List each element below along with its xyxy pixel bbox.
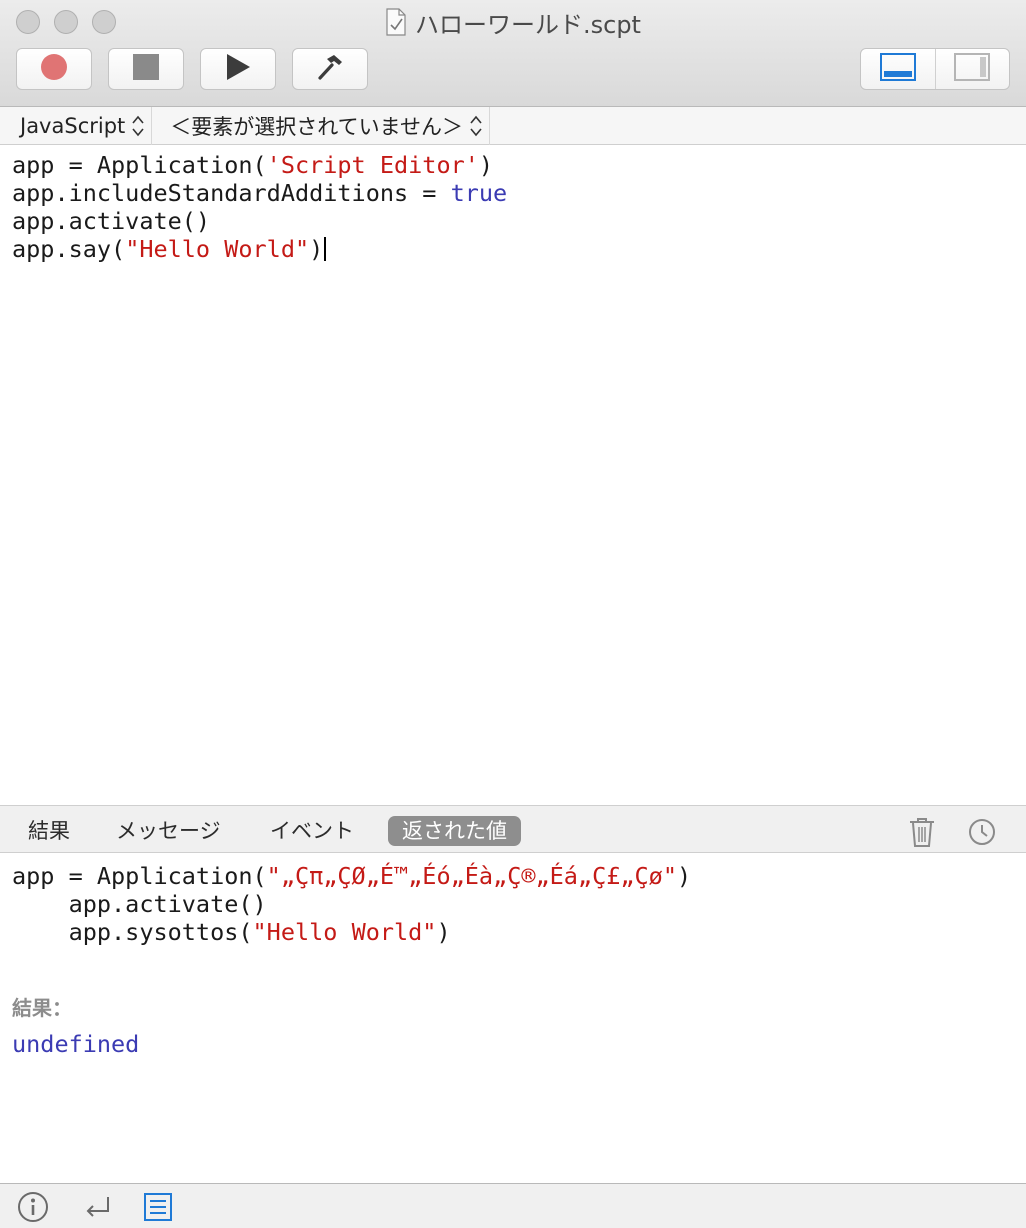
updown-arrows-icon	[469, 114, 483, 138]
hammer-icon	[315, 52, 345, 86]
show-bottom-pane-icon	[879, 53, 916, 85]
log-list-icon[interactable]	[142, 1191, 174, 1223]
tab-returned-value[interactable]: 返された値	[388, 816, 521, 846]
stop-icon	[132, 53, 160, 85]
run-button[interactable]	[200, 48, 276, 90]
code-line: app.say("Hello World")	[12, 235, 1026, 263]
record-button[interactable]	[16, 48, 92, 90]
play-icon	[224, 53, 252, 85]
code-line: app = Application('Script Editor')	[12, 151, 494, 179]
result-label: 結果：	[12, 996, 72, 1020]
result-view[interactable]: app = Application("„Çπ„ÇØ„É™„Éó„Éà„Ç®„Éá…	[0, 853, 1026, 1183]
tab-result[interactable]: 結果	[28, 816, 70, 846]
show-side-pane-icon	[954, 53, 991, 85]
element-popup[interactable]: ＜要素が選択されていません＞	[152, 106, 491, 145]
result-tab-bar: 結果 メッセージ イベント 返された値	[0, 805, 1026, 853]
code-line: app.includeStandardAdditions = true	[12, 179, 508, 207]
view-toggle-group	[860, 48, 1010, 90]
bottom-bar	[0, 1183, 1026, 1228]
window-title: ハローワールド.scpt	[415, 10, 641, 39]
result-code-line: app.activate()	[12, 890, 267, 918]
result-code-line: app.sysottos("Hello World")	[12, 918, 451, 946]
script-document-icon[interactable]	[385, 8, 407, 36]
script-editor[interactable]: app = Application('Script Editor') app.i…	[0, 145, 1026, 805]
show-bottom-pane-button[interactable]	[861, 49, 935, 89]
info-icon[interactable]	[17, 1191, 49, 1223]
text-cursor	[324, 237, 327, 261]
window-title-bar: ハローワールド.scpt	[0, 6, 1026, 39]
show-side-pane-button[interactable]	[934, 49, 1010, 89]
language-label: JavaScript	[20, 113, 126, 138]
result-value: undefined	[12, 1030, 140, 1058]
code-line: app.activate()	[12, 207, 211, 235]
return-arrow-icon[interactable]	[82, 1191, 114, 1223]
navigation-bar: JavaScript ＜要素が選択されていません＞	[0, 106, 1026, 145]
compile-button[interactable]	[292, 48, 368, 90]
updown-arrows-icon	[131, 114, 145, 138]
clock-icon[interactable]	[967, 816, 997, 848]
result-code-line: app = Application("„Çπ„ÇØ„É™„Éó„Éà„Ç®„Éá…	[12, 862, 692, 890]
trash-icon[interactable]	[907, 816, 937, 848]
tab-events[interactable]: イベント	[270, 816, 354, 846]
record-icon	[39, 52, 69, 86]
language-popup[interactable]: JavaScript	[0, 106, 153, 145]
element-label: ＜要素が選択されていません＞	[170, 114, 464, 139]
tab-messages[interactable]: メッセージ	[116, 816, 221, 846]
stop-button[interactable]	[108, 48, 184, 90]
window-chrome: ハローワールド.scpt	[0, 0, 1026, 107]
